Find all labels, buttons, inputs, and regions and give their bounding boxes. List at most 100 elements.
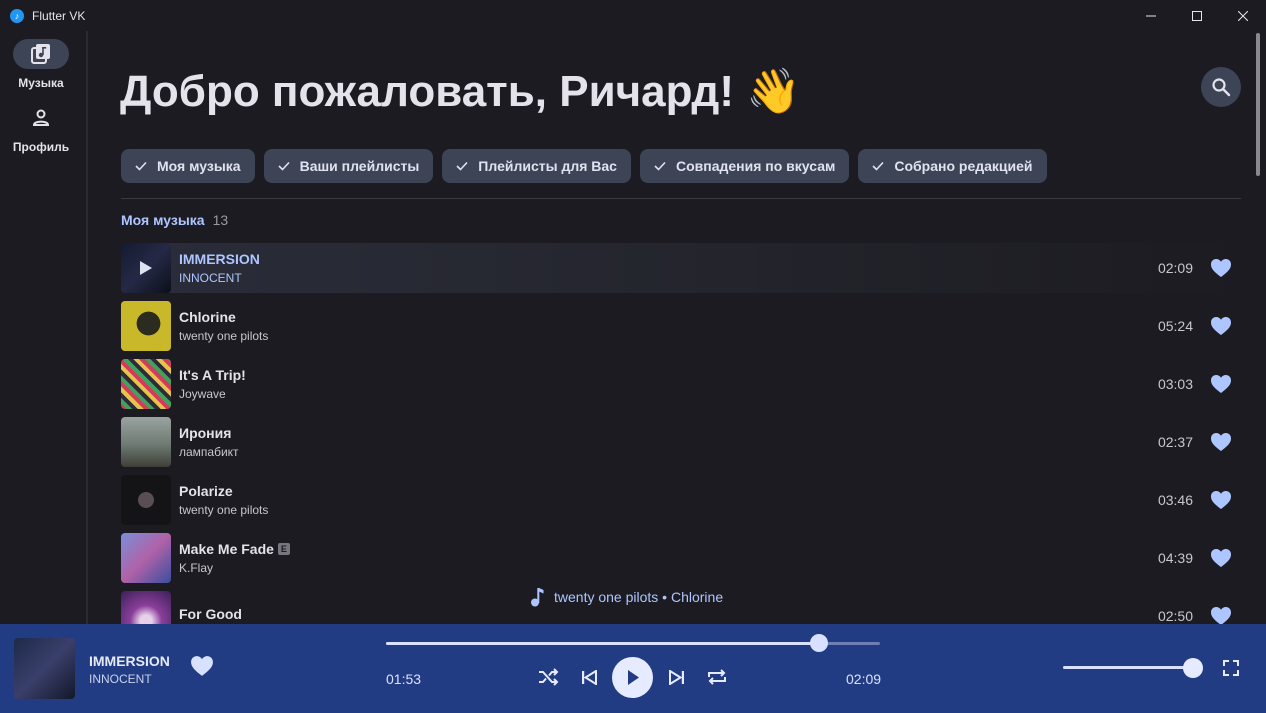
close-button[interactable]: [1220, 0, 1266, 31]
progress-slider[interactable]: [386, 634, 880, 652]
player-like-button[interactable]: [190, 655, 214, 682]
player-cover[interactable]: [14, 638, 75, 699]
track-duration: 02:37: [1157, 434, 1193, 450]
track-title: IMMERSION: [179, 251, 260, 267]
check-icon: [135, 161, 147, 171]
previous-button[interactable]: [581, 670, 597, 685]
chip-taste-matches[interactable]: Совпадения по вкусам: [639, 149, 850, 183]
like-button[interactable]: [1209, 546, 1233, 570]
fullscreen-button[interactable]: [1221, 658, 1241, 678]
fullscreen-icon: [1223, 660, 1239, 676]
minimize-button[interactable]: [1128, 0, 1174, 31]
previous-icon: [582, 670, 597, 685]
filter-chips: Моя музыка Ваши плейлисты Плейлисты для …: [121, 149, 1047, 183]
track-cover: [121, 591, 171, 624]
like-button[interactable]: [1209, 488, 1233, 512]
chip-editors-picks[interactable]: Собрано редакцией: [858, 149, 1047, 183]
repeat-icon: [708, 669, 726, 685]
progress-fill: [386, 642, 819, 645]
progress-knob[interactable]: [809, 634, 828, 652]
track-duration: 03:03: [1157, 376, 1193, 392]
track-row[interactable]: Make Me Fade E K.Flay 04:39: [121, 533, 1241, 583]
player-track-artist[interactable]: INNOCENT: [89, 672, 152, 686]
now-playing-hint-text: twenty one pilots • Chlorine: [554, 589, 724, 605]
elapsed-time: 01:53: [386, 671, 422, 687]
main-content: Добро пожаловать, Ричард! 👋 Моя музыка В…: [90, 31, 1252, 624]
track-cover: [121, 359, 171, 409]
nav-pill: [13, 103, 69, 133]
track-cover: [121, 533, 171, 583]
explicit-badge: E: [277, 543, 290, 555]
play-icon: [627, 670, 639, 685]
like-button[interactable]: [1209, 604, 1233, 624]
window-title: Flutter VK: [32, 8, 86, 23]
heart-icon: [1211, 491, 1231, 509]
navigation-rail: Музыка Профиль: [0, 31, 88, 624]
section-title[interactable]: Моя музыка: [121, 212, 205, 228]
heart-icon: [1211, 433, 1231, 451]
like-button[interactable]: [1209, 430, 1233, 454]
track-duration: 05:24: [1157, 318, 1193, 334]
chip-label: Моя музыка: [157, 158, 241, 174]
next-button[interactable]: [669, 670, 685, 685]
track-artist[interactable]: twenty one pilots: [179, 503, 268, 517]
search-icon: [1212, 78, 1231, 97]
scrollbar-thumb[interactable]: [1256, 33, 1260, 176]
greeting-title: Добро пожаловать, Ричард! 👋: [120, 67, 802, 116]
check-icon: [872, 161, 884, 171]
track-duration: 02:50: [1157, 608, 1193, 624]
nav-label-profile: Профиль: [12, 140, 70, 154]
check-icon: [278, 161, 290, 171]
chip-playlists-for-you[interactable]: Плейлисты для Вас: [442, 149, 631, 183]
maximize-button[interactable]: [1174, 0, 1220, 31]
track-row[interactable]: Polarize twenty one pilots 03:46: [121, 475, 1241, 525]
track-artist[interactable]: Joywave: [179, 387, 246, 401]
volume-slider[interactable]: [1063, 666, 1193, 669]
play-button[interactable]: [612, 657, 653, 698]
track-row[interactable]: Chlorine twenty one pilots 05:24: [121, 301, 1241, 351]
player-bar: IMMERSION INNOCENT 01:53 02:09: [0, 624, 1266, 713]
track-cover: [121, 243, 171, 293]
track-title: Ирония: [179, 425, 232, 441]
check-icon: [654, 161, 666, 171]
track-list: IMMERSION INNOCENT 02:09 Chlorine twenty…: [121, 243, 1241, 624]
like-button[interactable]: [1209, 314, 1233, 338]
track-row[interactable]: IMMERSION INNOCENT 02:09: [121, 243, 1241, 293]
chip-label: Совпадения по вкусам: [675, 158, 836, 174]
nav-item-music[interactable]: Музыка: [0, 39, 82, 90]
track-artist[interactable]: twenty one pilots: [179, 329, 268, 343]
chip-label: Ваши плейлисты: [299, 158, 420, 174]
shuffle-button[interactable]: [537, 667, 559, 687]
divider: [121, 198, 1241, 199]
track-title: For Good: [179, 606, 242, 622]
nav-item-profile[interactable]: Профиль: [0, 103, 82, 154]
nav-label-music: Музыка: [18, 76, 64, 90]
track-cover: [121, 301, 171, 351]
track-artist[interactable]: K.Flay: [179, 561, 290, 575]
track-row[interactable]: It's A Trip! Joywave 03:03: [121, 359, 1241, 409]
section-count: 13: [212, 212, 229, 228]
track-artist[interactable]: INNOCENT: [179, 271, 260, 285]
repeat-button[interactable]: [706, 667, 728, 687]
chip-your-playlists[interactable]: Ваши плейлисты: [263, 149, 434, 183]
track-title: Chlorine: [179, 309, 236, 325]
track-title: Polarize: [179, 483, 233, 499]
track-title: Make Me Fade E: [179, 541, 290, 557]
search-button[interactable]: [1201, 67, 1241, 107]
track-artist[interactable]: лампабикт: [179, 445, 239, 459]
like-button[interactable]: [1209, 372, 1233, 396]
track-duration: 02:09: [1157, 260, 1193, 276]
player-track-title: IMMERSION: [89, 653, 170, 669]
track-title-text: Make Me Fade: [179, 541, 274, 557]
total-time: 02:09: [846, 671, 882, 687]
track-duration: 04:39: [1157, 550, 1193, 566]
like-button[interactable]: [1209, 256, 1233, 280]
track-row[interactable]: Ирония лампабикт 02:37: [121, 417, 1241, 467]
volume-knob[interactable]: [1183, 658, 1203, 678]
scrollbar[interactable]: [1255, 31, 1263, 624]
heart-icon: [1211, 317, 1231, 335]
chip-my-music[interactable]: Моя музыка: [121, 149, 255, 183]
nav-pill: [13, 39, 69, 69]
track-duration: 03:46: [1157, 492, 1193, 508]
next-icon: [669, 670, 684, 685]
